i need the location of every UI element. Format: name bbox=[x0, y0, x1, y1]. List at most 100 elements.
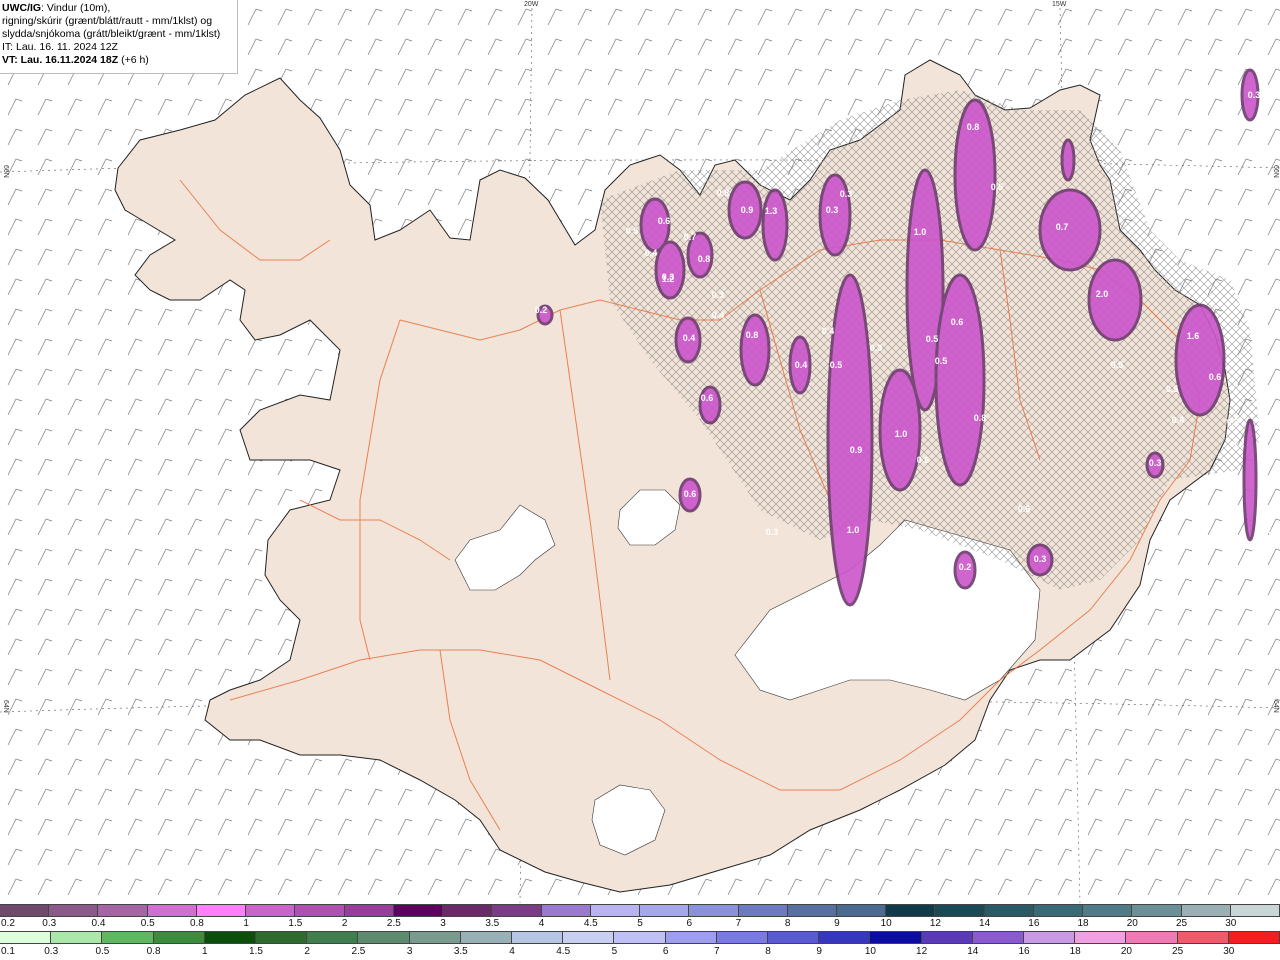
precip-value-label: 1.0 bbox=[914, 227, 927, 237]
legend-label: 0.8 bbox=[146, 946, 161, 957]
precip-value-label: 0.6 bbox=[1018, 504, 1031, 514]
legend-label: 2 bbox=[341, 918, 348, 929]
legend-label: 1 bbox=[202, 946, 208, 957]
legend-swatch bbox=[1177, 932, 1229, 943]
legend-label: 25 bbox=[1172, 946, 1184, 957]
legend-label: 30 bbox=[1225, 918, 1237, 929]
legend-swatch bbox=[492, 905, 542, 916]
legend-label: 7 bbox=[714, 946, 720, 957]
legend-snow-labels: 0.2 0.3 0.4 0.5 0.8 1 1.5 2 2.5 3 3.5 4 4.5 5 6 7 8 9 10 12… bbox=[0, 918, 1280, 930]
precip-value-label: 0.2 bbox=[959, 562, 972, 572]
legend-swatch bbox=[886, 905, 936, 916]
legend-swatch bbox=[443, 905, 493, 916]
legend-label: 10 bbox=[880, 918, 892, 929]
legend-label: 16 bbox=[1018, 946, 1030, 957]
precip-value-label: 0.7 bbox=[1056, 222, 1069, 232]
legend-label: 3.5 bbox=[453, 946, 468, 957]
precip-value-label: 0.8 bbox=[967, 122, 980, 132]
precip-value-label: 0.8 bbox=[974, 413, 987, 423]
legend-snow-colorbar bbox=[0, 904, 1280, 917]
weather-map: 0.50.60.40.30.80.9 1.3 0.30.30.71.20.80.30… bbox=[0, 0, 1280, 903]
legend-swatch bbox=[0, 932, 52, 943]
lat-label-64n-right: 64N bbox=[1272, 700, 1279, 713]
lat-label-66n-right: 66N bbox=[1272, 165, 1279, 178]
legend-label: 6 bbox=[686, 918, 692, 929]
precip-value-label: 0.4 bbox=[683, 333, 696, 343]
precip-value-label: 0.8 bbox=[717, 188, 730, 198]
legend-label: 9 bbox=[816, 946, 822, 957]
legend-label: 3 bbox=[440, 918, 446, 929]
legend-label: 1 bbox=[243, 918, 249, 929]
precip-value-label: 0.8 bbox=[746, 330, 759, 340]
legend-label: 12 bbox=[929, 918, 941, 929]
precip-value-label: 0.3 bbox=[1227, 417, 1240, 427]
lon-label-20w: 20W bbox=[524, 1, 539, 8]
legend-swatch bbox=[102, 932, 154, 943]
precip-value-label: 0.3 bbox=[840, 189, 853, 199]
legend-label: 1.5 bbox=[288, 918, 303, 929]
legend-swatch bbox=[512, 932, 564, 943]
legend-swatch bbox=[1075, 932, 1127, 943]
legend-swatch bbox=[1033, 905, 1084, 916]
legend-label: 7 bbox=[735, 918, 742, 929]
legend-swatch bbox=[98, 905, 148, 916]
info-line3: slydda/snjókoma (grátt/bleikt/grænt - mm… bbox=[2, 28, 221, 40]
precip-value-label: 1.0 bbox=[847, 525, 860, 535]
legend-label: 30 bbox=[1223, 946, 1235, 957]
precip-value-label: 0.5 bbox=[926, 334, 939, 344]
legend-label: 0.8 bbox=[189, 918, 204, 929]
legend-swatch bbox=[204, 932, 257, 943]
legend-label: 14 bbox=[979, 918, 991, 929]
precip-value-label: 0.4 bbox=[795, 360, 808, 370]
legend-label: 2.5 bbox=[386, 918, 401, 929]
precip-value-label: 0.5 bbox=[830, 360, 843, 370]
precip-value-label: 0.6 bbox=[917, 455, 930, 465]
precip-value-label: 0.6 bbox=[684, 489, 697, 499]
precip-value-label: 0.8 bbox=[698, 254, 711, 264]
legend-swatch bbox=[460, 932, 513, 943]
legend-label: 0.5 bbox=[95, 946, 110, 957]
legend-swatch bbox=[541, 905, 591, 916]
legend-label: 2.5 bbox=[351, 946, 366, 957]
legend-swatch bbox=[393, 905, 444, 916]
legend-label: 3 bbox=[406, 946, 413, 957]
lat-label-64n-left: 64N bbox=[2, 700, 9, 713]
precip-value-label: 0.4 bbox=[712, 310, 725, 320]
legend-swatch bbox=[1228, 932, 1280, 943]
precip-value-label: 0.9 bbox=[741, 205, 754, 215]
legend-swatch bbox=[0, 905, 50, 916]
info-line4: IT: Lau. 16. 11. 2024 12Z bbox=[2, 41, 118, 53]
legend-swatch bbox=[738, 905, 788, 916]
precip-value-label: 0.6 bbox=[701, 393, 714, 403]
legend-label: 8 bbox=[765, 946, 771, 957]
precip-value-label: 0.5 bbox=[1111, 360, 1124, 370]
legend-swatch bbox=[51, 932, 103, 943]
precip-value-label: 0.5 bbox=[626, 226, 639, 236]
lon-label-15w: 15W bbox=[1052, 1, 1067, 8]
legend-label: 4 bbox=[538, 918, 545, 929]
info-line2: rigning/skúrir (grænt/blátt/rautt - mm/1… bbox=[2, 15, 213, 27]
legend-label: 16 bbox=[1028, 918, 1040, 929]
precip-value-label: 0.6 bbox=[658, 216, 671, 226]
legend-swatch bbox=[295, 905, 345, 916]
legend-swatch bbox=[1132, 905, 1182, 916]
precip-value-label: 0.3 bbox=[766, 527, 779, 537]
legend-label: 4.5 bbox=[583, 918, 598, 929]
legend-label: 5 bbox=[637, 918, 643, 929]
legend-label: 5 bbox=[611, 946, 618, 957]
legend-swatch bbox=[1181, 905, 1231, 916]
legend-label: 25 bbox=[1175, 918, 1188, 929]
info-line1: : Vindur (10m), bbox=[41, 2, 111, 14]
valid-time: VT: Lau. 16.11.2024 18Z bbox=[2, 54, 119, 66]
legend-swatch bbox=[768, 932, 820, 943]
legend-label: 0.4 bbox=[91, 918, 106, 929]
precip-value-label: 0.5 bbox=[1166, 384, 1179, 394]
legend-label: 8 bbox=[784, 918, 791, 929]
precip-value-label: 1.3 bbox=[765, 206, 778, 216]
precip-value-label: 0.3 bbox=[1248, 90, 1261, 100]
legend-swatch bbox=[590, 905, 641, 916]
legend-swatch bbox=[836, 905, 887, 916]
legend-swatch bbox=[972, 932, 1025, 943]
precip-value-label: 0.5 bbox=[991, 182, 1004, 192]
precip-value-label: 0.3 bbox=[826, 205, 839, 215]
